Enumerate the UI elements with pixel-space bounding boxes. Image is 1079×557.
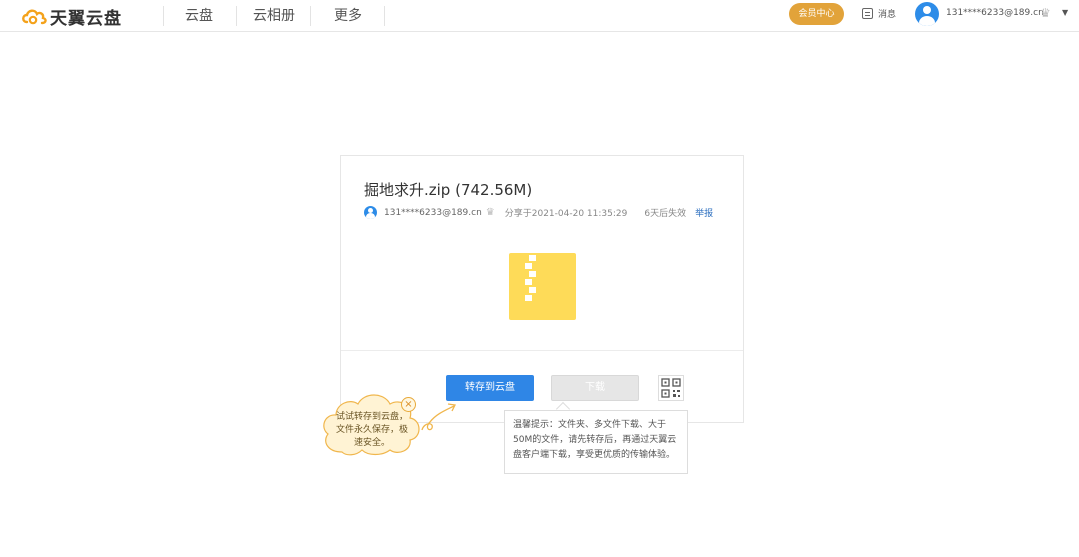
qr-code-icon[interactable] xyxy=(658,375,684,401)
share-card: 掘地求升.zip (742.56M) 131****6233@189.cn ♛ … xyxy=(340,155,744,423)
cloud-logo-icon xyxy=(22,9,47,25)
nav-divider xyxy=(384,6,385,26)
nav-divider xyxy=(236,6,237,26)
download-button[interactable]: 下载 xyxy=(551,375,639,401)
nav-divider xyxy=(163,6,164,26)
crown-icon: ♛ xyxy=(485,207,495,218)
owner-name: 131****6233@189.cn xyxy=(384,207,482,218)
messages-label: 消息 xyxy=(878,10,897,20)
nav-more[interactable]: 更多 xyxy=(334,6,362,26)
hint-arrow-icon xyxy=(421,403,456,431)
file-meta: 131****6233@189.cn ♛ 分享于2021-04-20 11:35… xyxy=(364,206,713,219)
file-title: 掘地求升.zip (742.56M) xyxy=(364,181,533,199)
user-avatar-icon[interactable] xyxy=(915,2,939,26)
hint-text: 试试转存到云盘，文件永久保存，极速安全。 xyxy=(335,412,408,448)
caret-down-icon[interactable]: ▼ xyxy=(1062,8,1068,17)
logo-text: 天翼云盘 xyxy=(50,8,122,29)
share-time: 分享于2021-04-20 11:35:29 xyxy=(504,209,628,219)
messages-button[interactable]: 消息 xyxy=(862,7,896,20)
download-tooltip: 温馨提示：文件夹、多文件下载、大于50M的文件，请先转存后，再通过天翼云盘客户端… xyxy=(504,410,688,474)
close-icon[interactable]: × xyxy=(401,397,416,412)
vip-center-button[interactable]: 会员中心 xyxy=(789,3,844,25)
nav-cloud-disk[interactable]: 云盘 xyxy=(185,6,213,26)
top-bar: 天翼云盘 云盘 云相册 更多 会员中心 消息 131****6233@189.c… xyxy=(0,0,1079,32)
logo[interactable]: 天翼云盘 xyxy=(20,4,122,29)
report-link[interactable]: 举报 xyxy=(695,206,713,219)
card-divider xyxy=(341,350,743,351)
owner-avatar-icon xyxy=(364,206,377,219)
expire-text: 6天后失效 xyxy=(644,209,687,219)
nav-divider xyxy=(310,6,311,26)
message-icon xyxy=(862,8,873,19)
save-to-cloud-button[interactable]: 转存到云盘 xyxy=(446,375,534,401)
username[interactable]: 131****6233@189.cn xyxy=(946,8,1044,18)
crown-icon: ♛ xyxy=(1040,6,1051,20)
nav-cloud-album[interactable]: 云相册 xyxy=(253,6,295,26)
zip-file-icon xyxy=(509,253,576,320)
